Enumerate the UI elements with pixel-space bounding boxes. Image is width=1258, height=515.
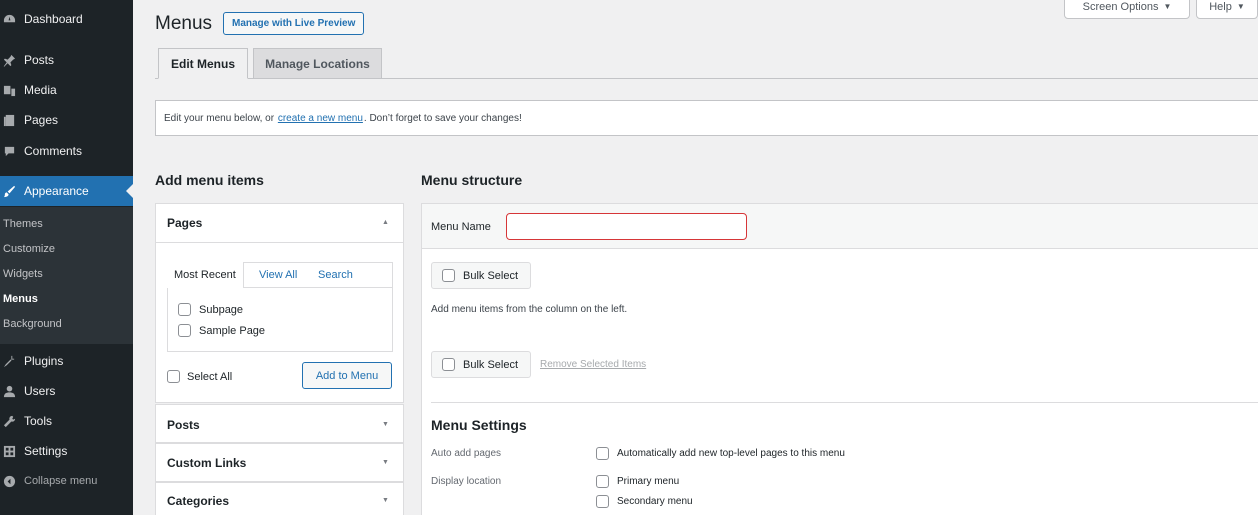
primary-menu-checkbox[interactable] — [596, 475, 609, 488]
menu-structure-title: Menu structure — [421, 172, 523, 188]
pages-icon — [2, 113, 16, 127]
secondary-menu-checkbox[interactable] — [596, 495, 609, 508]
bulk-select-checkbox[interactable] — [442, 358, 455, 371]
collapse-menu-button[interactable]: Collapse menu — [0, 466, 133, 496]
sidebar-item-posts[interactable]: Posts — [0, 45, 133, 75]
tab-edit-menus[interactable]: Edit Menus — [158, 48, 248, 79]
sidebar-item-label: Dashboard — [24, 12, 83, 26]
submenu-item-background[interactable]: Background — [3, 318, 62, 330]
auto-add-option-label: Automatically add new top-level pages to… — [617, 448, 845, 459]
categories-accordion-heading[interactable]: Categories — [167, 494, 229, 508]
menu-help-text: Add menu items from the column on the le… — [431, 304, 628, 315]
tab-manage-locations[interactable]: Manage Locations — [253, 48, 382, 79]
submenu-item-menus[interactable]: Menus — [3, 293, 38, 305]
subtab-search[interactable]: Search — [318, 262, 353, 288]
custom-links-accordion-heading[interactable]: Custom Links — [167, 456, 246, 470]
accordion-divider — [156, 242, 403, 243]
sidebar-item-label: Pages — [24, 113, 59, 127]
sidebar-item-appearance[interactable]: Appearance — [0, 176, 133, 206]
sidebar-item-tools[interactable]: Tools — [0, 406, 133, 436]
auto-add-pages-label: Auto add pages — [431, 448, 502, 459]
appearance-submenu: Themes Customize Widgets Menus Backgroun… — [0, 207, 133, 344]
dashboard-icon — [2, 12, 16, 26]
brush-icon — [2, 184, 16, 198]
bulk-select-label: Bulk Select — [463, 358, 519, 371]
menu-name-label: Menu Name — [431, 221, 491, 233]
page-checkbox[interactable] — [178, 324, 191, 337]
display-location-label: Display location — [431, 476, 502, 487]
page-item-label: Subpage — [199, 304, 244, 316]
caret-down-icon: ▼ — [1163, 2, 1172, 11]
bulk-select-button[interactable]: Bulk Select — [431, 262, 531, 289]
settings-divider — [431, 402, 1258, 403]
comments-icon — [2, 144, 16, 158]
submenu-item-customize[interactable]: Customize — [3, 243, 55, 255]
sidebar-item-label: Media — [24, 83, 57, 97]
secondary-menu-label: Secondary menu — [617, 496, 693, 507]
select-all-label: Select All — [187, 371, 233, 383]
add-menu-items-title: Add menu items — [155, 172, 264, 188]
notice-text-after: . Don’t forget to save your changes! — [363, 112, 522, 124]
help-label: Help — [1209, 0, 1232, 13]
remove-selected-items-link[interactable]: Remove Selected Items — [540, 359, 646, 370]
plug-icon — [2, 354, 16, 368]
primary-menu-label: Primary menu — [617, 476, 680, 487]
wrench-icon — [2, 414, 16, 428]
sidebar-item-pages[interactable]: Pages — [0, 105, 133, 135]
bulk-select-checkbox[interactable] — [442, 269, 455, 282]
sidebar-item-label: Users — [24, 384, 56, 398]
screen-options-button[interactable]: Screen Options ▼ — [1064, 0, 1190, 19]
page-checkbox[interactable] — [178, 303, 191, 316]
sidebar-item-label: Collapse menu — [24, 475, 98, 487]
subtab-most-recent[interactable]: Most Recent — [167, 262, 244, 288]
subtab-view-all[interactable]: View All — [259, 262, 297, 288]
sidebar-item-label: Settings — [24, 444, 68, 458]
settings-icon — [2, 444, 16, 458]
caret-down-icon: ▼ — [1236, 2, 1245, 11]
sidebar-item-plugins[interactable]: Plugins — [0, 346, 133, 376]
sidebar-item-label: Comments — [24, 144, 83, 158]
select-all-checkbox[interactable] — [167, 370, 180, 383]
sidebar-item-comments[interactable]: Comments — [0, 136, 133, 166]
collapse-icon — [2, 474, 16, 488]
menu-settings-title: Menu Settings — [431, 417, 527, 433]
pages-accordion-heading[interactable]: Pages — [167, 216, 202, 230]
submenu-item-themes[interactable]: Themes — [3, 218, 43, 230]
create-new-menu-link[interactable]: create a new menu — [278, 113, 363, 124]
sidebar-item-settings[interactable]: Settings — [0, 436, 133, 466]
page-title: Menus — [155, 13, 213, 34]
sidebar-item-users[interactable]: Users — [0, 376, 133, 406]
submenu-item-widgets[interactable]: Widgets — [3, 268, 43, 280]
sidebar-item-media[interactable]: Media — [0, 75, 133, 105]
bulk-select-label: Bulk Select — [463, 269, 519, 282]
add-to-menu-button[interactable]: Add to Menu — [302, 362, 392, 389]
page-item-label: Sample Page — [199, 325, 266, 337]
auto-add-checkbox[interactable] — [596, 447, 609, 460]
sidebar-item-dashboard[interactable]: Dashboard — [0, 4, 133, 34]
notice-text-before: Edit your menu below, or — [164, 112, 275, 124]
sidebar-item-label: Posts — [24, 53, 55, 67]
admin-sidebar: Dashboard Posts Media Pages Comments App… — [0, 0, 133, 515]
bulk-select-button[interactable]: Bulk Select — [431, 351, 531, 378]
notice-bar: Edit your menu below, or create a new me… — [155, 100, 1258, 136]
sidebar-item-label: Plugins — [24, 354, 64, 368]
manage-live-preview-button[interactable]: Manage with Live Preview — [223, 12, 365, 35]
media-icon — [2, 83, 16, 97]
sidebar-item-label: Appearance — [24, 184, 89, 198]
sidebar-item-label: Tools — [24, 414, 53, 428]
posts-accordion-heading[interactable]: Posts — [167, 418, 200, 432]
help-button[interactable]: Help ▼ — [1196, 0, 1258, 19]
screen-options-label: Screen Options — [1082, 0, 1159, 13]
users-icon — [2, 384, 16, 398]
menu-name-input[interactable] — [506, 213, 747, 240]
pin-icon — [2, 53, 16, 67]
